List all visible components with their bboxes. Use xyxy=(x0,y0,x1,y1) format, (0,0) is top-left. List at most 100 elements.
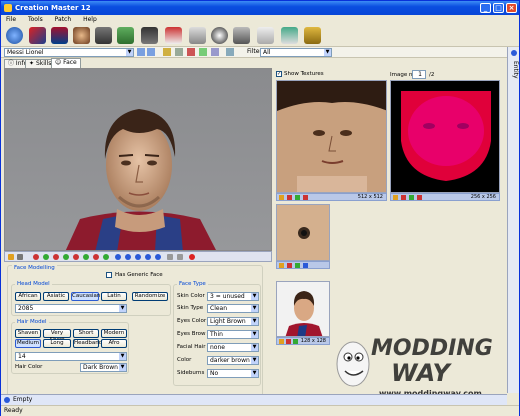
boots-list-icon[interactable] xyxy=(257,27,274,44)
texture-icon[interactable] xyxy=(279,263,284,268)
boots-icon[interactable] xyxy=(189,27,206,44)
stadium-icon[interactable] xyxy=(117,27,134,44)
texture-icon[interactable] xyxy=(279,339,284,344)
head-latin-button[interactable]: Latin xyxy=(101,292,127,301)
view-right-icon[interactable] xyxy=(135,254,141,260)
bottom-panel-bar[interactable]: Empty xyxy=(1,394,507,405)
facial-hair-select[interactable]: none ▼ xyxy=(207,343,259,352)
image-n-input[interactable]: 1 xyxy=(412,70,426,79)
skin-color-select[interactable]: 3 = unused ▼ xyxy=(207,292,259,301)
eyes-color-select[interactable]: Light Brown ▼ xyxy=(207,317,259,326)
import-icon[interactable] xyxy=(33,254,39,260)
rotate-left-icon[interactable] xyxy=(73,254,79,260)
export-icon[interactable] xyxy=(295,195,300,200)
import-alt-icon[interactable] xyxy=(53,254,59,260)
export-icon[interactable] xyxy=(293,339,298,344)
export-icon[interactable] xyxy=(295,263,300,268)
view-back-icon[interactable] xyxy=(155,254,161,260)
next-icon[interactable] xyxy=(147,48,155,56)
hair-long-button[interactable]: Long xyxy=(43,339,71,348)
menu-patch[interactable]: Patch xyxy=(50,15,76,24)
texture-icon[interactable] xyxy=(8,254,14,260)
list-icon[interactable] xyxy=(211,48,219,56)
export-alt-icon[interactable] xyxy=(63,254,69,260)
world-icon[interactable] xyxy=(6,27,23,44)
face-texture-image[interactable] xyxy=(276,80,387,193)
alpha-texture-image[interactable] xyxy=(390,80,500,193)
view-left-icon[interactable] xyxy=(125,254,131,260)
export-icon[interactable] xyxy=(409,195,414,200)
hair-short-button[interactable]: Short xyxy=(73,329,99,338)
add-icon[interactable] xyxy=(199,48,207,56)
has-generic-face-checkbox[interactable] xyxy=(106,272,112,278)
zoom-in-icon[interactable] xyxy=(93,254,99,260)
view-front-icon[interactable] xyxy=(115,254,121,260)
expand-icon[interactable] xyxy=(4,397,10,403)
banner-icon[interactable] xyxy=(281,27,298,44)
manager-icon[interactable] xyxy=(141,27,158,44)
import-icon[interactable] xyxy=(287,263,292,268)
kit-icon[interactable] xyxy=(233,27,250,44)
head-african-button[interactable]: African xyxy=(15,292,41,301)
3d-face-viewport[interactable] xyxy=(4,68,272,251)
prev-icon[interactable] xyxy=(137,48,145,56)
hair-very-short-button[interactable]: Very Short xyxy=(43,329,71,343)
menu-help[interactable]: Help xyxy=(78,15,102,24)
facial-hair-color-select[interactable]: darker brown ▼ xyxy=(207,356,259,365)
referee-icon[interactable] xyxy=(165,27,182,44)
texture-icon[interactable] xyxy=(279,195,284,200)
player-photo-image[interactable] xyxy=(276,281,330,337)
sideburns-select[interactable]: No ▼ xyxy=(207,369,259,378)
copy-icon[interactable] xyxy=(175,48,183,56)
wireframe-icon[interactable] xyxy=(167,254,173,260)
import-icon[interactable] xyxy=(287,195,292,200)
hair-model-select[interactable]: 14 ▼ xyxy=(15,352,127,361)
import-alt-icon[interactable] xyxy=(303,195,308,200)
show-textures-checkbox[interactable]: ✓ xyxy=(276,71,282,77)
hair-color-select[interactable]: Dark Brown ▼ xyxy=(80,363,127,372)
hair-headband-button[interactable]: Headband xyxy=(73,339,102,348)
entity-sidebar[interactable]: Entity xyxy=(507,47,519,393)
team-icon[interactable] xyxy=(51,27,68,44)
save-icon[interactable] xyxy=(163,48,171,56)
screenshot-icon[interactable] xyxy=(177,254,183,260)
close-button[interactable]: × xyxy=(506,3,517,13)
filter-select[interactable]: All ▼ xyxy=(260,48,332,57)
import-alt-icon[interactable] xyxy=(417,195,422,200)
rotate-right-icon[interactable] xyxy=(83,254,89,260)
minimize-button[interactable]: _ xyxy=(480,3,491,13)
texture-icon[interactable] xyxy=(393,195,398,200)
info-icon[interactable] xyxy=(303,263,308,268)
maximize-button[interactable]: □ xyxy=(493,3,504,13)
hair-color-label: Hair Color xyxy=(15,364,43,370)
head-asiatic-button[interactable]: Asiatic xyxy=(43,292,69,301)
import-icon[interactable] xyxy=(286,339,291,344)
delete-icon[interactable] xyxy=(187,48,195,56)
tab-face-label: Face xyxy=(63,59,77,66)
stop-icon[interactable] xyxy=(189,254,195,260)
player-select[interactable]: Messi Lionel ▼ xyxy=(4,48,134,57)
hair-afro-button[interactable]: Afro xyxy=(101,339,127,348)
ball-icon[interactable] xyxy=(211,27,228,44)
randomize-button[interactable]: Randomize xyxy=(132,292,168,301)
head-caucasian-button[interactable]: Caucasian xyxy=(71,292,100,301)
zoom-out-icon[interactable] xyxy=(103,254,109,260)
hair-medium-button[interactable]: Medium xyxy=(15,339,41,348)
player-icon[interactable] xyxy=(73,27,90,44)
hair-modern-button[interactable]: Modern xyxy=(101,329,127,338)
collapse-icon[interactable] xyxy=(511,50,517,56)
skin-type-select[interactable]: Clean ▼ xyxy=(207,304,259,313)
eyes-brow-select[interactable]: Thin ▼ xyxy=(207,330,259,339)
hair-shaven-button[interactable]: Shaven xyxy=(15,329,41,338)
import-icon[interactable] xyxy=(401,195,406,200)
competition-icon[interactable] xyxy=(29,27,46,44)
export-icon[interactable] xyxy=(43,254,49,260)
view-top-icon[interactable] xyxy=(145,254,151,260)
menu-file[interactable]: File xyxy=(1,15,21,24)
eye-texture-image[interactable] xyxy=(276,204,330,261)
menu-tools[interactable]: Tools xyxy=(23,15,48,24)
trophy-icon[interactable] xyxy=(304,27,321,44)
head-model-select[interactable]: 2085 ▼ xyxy=(15,304,127,313)
tab-face[interactable]: ☺ Face xyxy=(51,58,81,68)
shirt-icon[interactable] xyxy=(95,27,112,44)
